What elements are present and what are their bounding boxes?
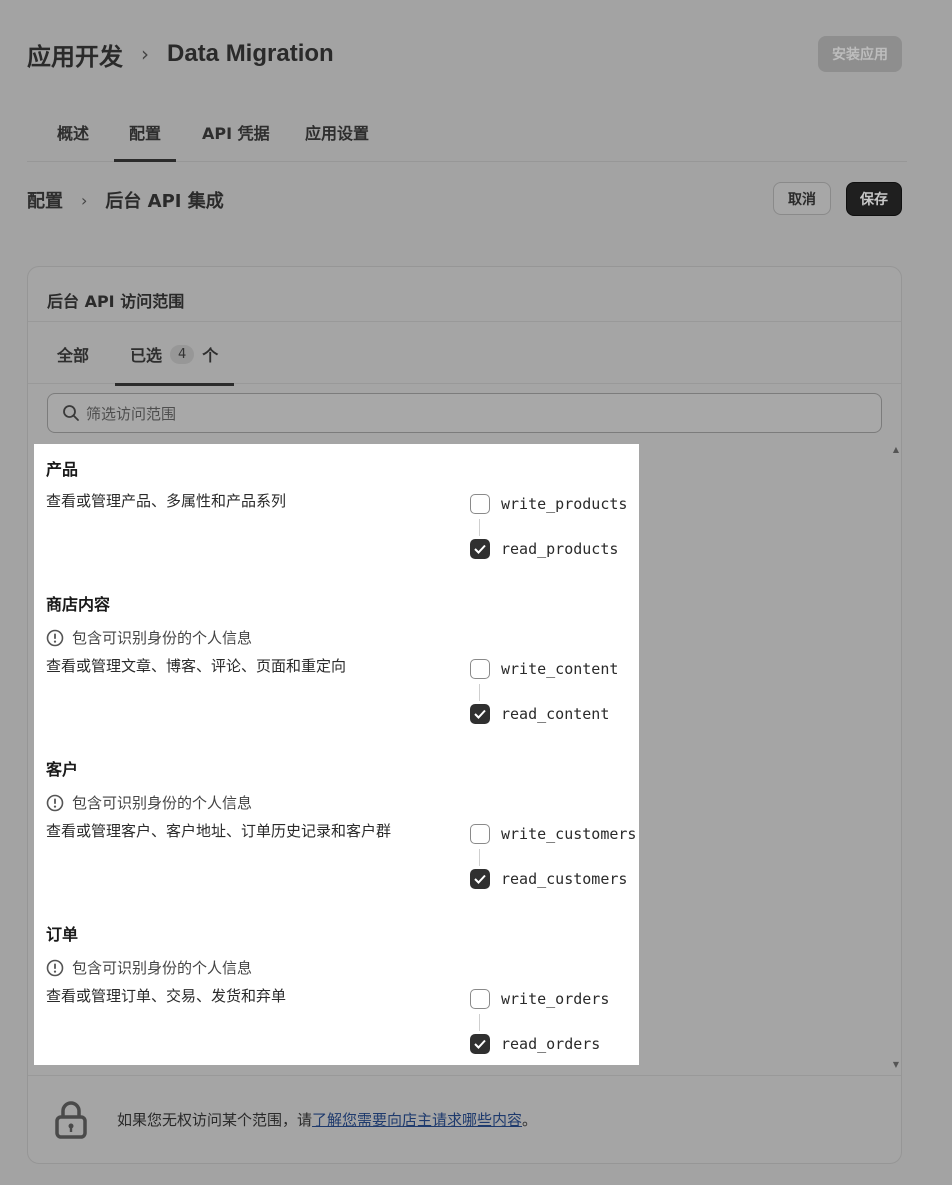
scope-option-write-content[interactable]: write_content [470, 659, 618, 679]
pii-warning-text: 包含可识别身份的个人信息 [72, 629, 253, 647]
scope-label: read_orders [501, 1035, 601, 1053]
breadcrumb-app-dev[interactable]: 应用开发 [27, 37, 123, 72]
checkbox-unchecked[interactable] [470, 824, 490, 844]
scope-group-content: 商店内容 包含可识别身份的个人信息 查看或管理文章、博客、评论、页面和重定向 w… [46, 591, 636, 751]
scope-label: write_content [501, 660, 619, 678]
scope-label: read_content [501, 705, 610, 723]
checkbox-checked[interactable] [470, 539, 490, 559]
scopes-list: 产品 查看或管理产品、多属性和产品系列 write_products read_… [34, 444, 639, 1065]
check-icon [474, 709, 486, 719]
tab-overview[interactable]: 概述 [57, 120, 89, 144]
page-title: Data Migration [167, 40, 334, 67]
install-app-button[interactable]: 安装应用 [818, 36, 902, 72]
scope-label: read_customers [501, 870, 628, 888]
search-placeholder: 筛选访问范围 [86, 404, 177, 423]
scope-tabs: 全部 已选 4 个 [28, 322, 901, 386]
check-icon [474, 544, 486, 554]
connector-line [479, 519, 480, 536]
footer-note: 如果您无权访问某个范围，请了解您需要向店主请求哪些内容。 [117, 1109, 537, 1130]
save-button[interactable]: 保存 [846, 182, 902, 216]
alert-circle-icon [46, 794, 64, 811]
pii-warning: 包含可识别身份的个人信息 [46, 792, 636, 813]
pii-warning: 包含可识别身份的个人信息 [46, 957, 636, 978]
tab-all[interactable]: 全部 [57, 342, 89, 366]
scope-group-orders: 订单 包含可识别身份的个人信息 查看或管理订单、交易、发货和弃单 write_o… [46, 921, 636, 1065]
scope-option-write-products[interactable]: write_products [470, 494, 627, 514]
scope-option-write-orders[interactable]: write_orders [470, 989, 609, 1009]
group-description: 查看或管理产品、多属性和产品系列 [46, 492, 287, 510]
scroll-down-arrow[interactable]: ▼ [893, 1060, 899, 1069]
tab-selected-label: 已选 [130, 346, 163, 365]
checkbox-unchecked[interactable] [470, 989, 490, 1009]
cancel-button[interactable]: 取消 [773, 182, 831, 215]
checkbox-unchecked[interactable] [470, 659, 490, 679]
pii-warning-text: 包含可识别身份的个人信息 [72, 959, 253, 977]
learn-more-link[interactable]: 了解您需要向店主请求哪些内容 [312, 1111, 522, 1129]
selected-count-badge: 4 [170, 344, 195, 364]
footer-text-after: 。 [522, 1111, 538, 1129]
checkbox-checked[interactable] [470, 704, 490, 724]
scope-label: write_customers [501, 825, 637, 843]
pii-warning-text: 包含可识别身份的个人信息 [72, 794, 253, 812]
pii-warning: 包含可识别身份的个人信息 [46, 627, 636, 648]
lock-icon [55, 1101, 87, 1139]
tab-api-credentials[interactable]: API 凭据 [202, 120, 270, 144]
search-icon [63, 405, 79, 421]
connector-line [479, 849, 480, 866]
tab-selected[interactable]: 已选 4 个 [114, 342, 235, 386]
divider [28, 1075, 901, 1076]
checkbox-unchecked[interactable] [470, 494, 490, 514]
group-title: 订单 [46, 925, 79, 944]
scope-option-read-customers[interactable]: read_customers [470, 869, 627, 889]
tab-configuration[interactable]: 配置 [113, 120, 177, 162]
scope-label: read_products [501, 540, 619, 558]
checkbox-checked[interactable] [470, 1034, 490, 1054]
connector-line [479, 684, 480, 701]
footer-text-before: 如果您无权访问某个范围，请 [117, 1111, 313, 1129]
chevron-right-icon: › [141, 42, 149, 66]
alert-circle-icon [46, 959, 64, 976]
group-title: 产品 [46, 460, 79, 479]
group-description: 查看或管理订单、交易、发货和弃单 [46, 987, 287, 1005]
card-title: 后台 API 访问范围 [47, 292, 185, 311]
checkbox-checked[interactable] [470, 869, 490, 889]
breadcrumb-configuration[interactable]: 配置 [27, 187, 63, 213]
scope-label: write_products [501, 495, 628, 513]
sub-header: 配置 › 后台 API 集成 取消 保存 [27, 182, 902, 218]
scroll-up-arrow[interactable]: ▲ [893, 445, 899, 454]
group-description: 查看或管理客户、客户地址、订单历史记录和客户群 [46, 822, 392, 840]
group-description: 查看或管理文章、博客、评论、页面和重定向 [46, 657, 347, 675]
group-title: 商店内容 [46, 595, 111, 614]
chevron-right-icon: › [81, 190, 88, 210]
section-title: 后台 API 集成 [105, 191, 224, 212]
connector-line [479, 1014, 480, 1031]
tab-selected-suffix: 个 [202, 346, 219, 365]
scope-option-read-products[interactable]: read_products [470, 539, 618, 559]
scope-option-read-content[interactable]: read_content [470, 704, 609, 724]
scope-option-read-orders[interactable]: read_orders [470, 1034, 600, 1054]
top-tabs: 概述 配置 API 凭据 应用设置 [27, 100, 907, 162]
check-icon [474, 1039, 486, 1049]
scope-option-write-customers[interactable]: write_customers [470, 824, 636, 844]
scope-group-customers: 客户 包含可识别身份的个人信息 查看或管理客户、客户地址、订单历史记录和客户群 … [46, 756, 636, 916]
check-icon [474, 874, 486, 884]
tab-app-settings[interactable]: 应用设置 [305, 120, 369, 144]
scope-label: write_orders [501, 990, 610, 1008]
page-header: 应用开发 › Data Migration 安装应用 [27, 34, 902, 74]
alert-circle-icon [46, 629, 64, 646]
search-input[interactable]: 筛选访问范围 [47, 393, 882, 433]
group-title: 客户 [46, 760, 79, 779]
scope-group-products: 产品 查看或管理产品、多属性和产品系列 write_products read_… [46, 456, 636, 586]
